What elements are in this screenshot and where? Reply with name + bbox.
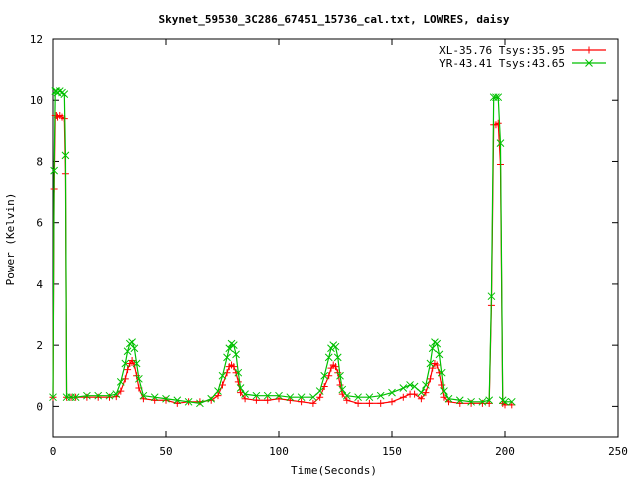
x-axis-label: Time(Seconds) (291, 464, 377, 477)
y-tick-label: 4 (36, 278, 43, 291)
x-ticks: 0 50 100 150 200 250 (50, 39, 628, 458)
data-point (121, 375, 129, 383)
x-tick-label: 50 (159, 445, 172, 458)
chart: Skynet_59530_3C286_67451_15736_cal.txt, … (4, 13, 628, 477)
series-1 (49, 112, 516, 409)
series-layer (49, 87, 516, 409)
data-point (354, 399, 362, 407)
data-point (431, 338, 439, 346)
data-point (58, 88, 66, 97)
data-point (329, 341, 338, 350)
x-tick-label: 0 (50, 445, 57, 458)
data-point (377, 399, 385, 407)
y-tick-label: 12 (30, 33, 43, 46)
x-tick-label: 250 (608, 445, 628, 458)
legend-label: XL-35.76 Tsys:35.95 (439, 44, 565, 57)
data-point (365, 399, 373, 407)
chart-title: Skynet_59530_3C286_67451_15736_cal.txt, … (159, 13, 510, 26)
legend-label: YR-43.41 Tsys:43.65 (439, 57, 565, 70)
data-point (55, 87, 64, 95)
y-ticks: 0 2 4 6 8 10 12 (30, 33, 618, 413)
data-point (388, 398, 396, 406)
data-point (128, 338, 136, 346)
y-tick-label: 10 (30, 94, 43, 107)
data-point (223, 369, 231, 377)
y-tick-label: 2 (36, 339, 43, 352)
data-point (399, 384, 408, 392)
data-point (388, 388, 396, 397)
legend: XL-35.76 Tsys:35.95YR-43.41 Tsys:43.65 (439, 44, 606, 70)
x-tick-label: 100 (269, 445, 289, 458)
data-point (234, 378, 242, 386)
y-axis-label: Power (Kelvin) (4, 193, 17, 286)
series-2 (49, 87, 516, 408)
data-point (94, 393, 102, 401)
x-tick-label: 150 (382, 445, 402, 458)
data-point (438, 381, 446, 389)
x-tick-label: 200 (495, 445, 515, 458)
y-tick-label: 8 (36, 155, 43, 168)
data-point (411, 390, 419, 398)
data-point (399, 393, 407, 401)
y-tick-label: 0 (36, 400, 43, 413)
data-point (83, 393, 91, 401)
series-line (52, 114, 512, 406)
series-line (52, 90, 512, 404)
y-tick-label: 6 (36, 217, 43, 230)
data-point (124, 366, 132, 374)
legend-marker (585, 46, 593, 54)
